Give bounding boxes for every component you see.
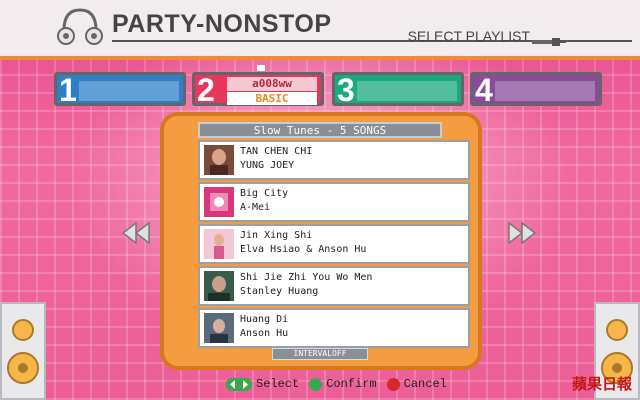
cancel-hint-label: Cancel [403,377,447,391]
slot-empty-bar [357,81,457,101]
song-item[interactable]: Jin Xing Shi Elva Hsiao & Anson Hu [198,224,470,264]
slot-empty-bar [495,81,595,101]
song-item[interactable]: TAN CHEN CHI YUNG JOEY [198,140,470,180]
slot-number: 3 [337,72,355,108]
slot-number: 4 [475,72,493,108]
playlist-title: Slow Tunes - 5 SONGS [198,122,442,138]
song-item[interactable]: Huang Di Anson Hu [198,308,470,348]
player-slot-2[interactable]: 2 a008ww BASIC [192,65,324,108]
dpad-icon [226,377,252,391]
green-button-icon [309,377,323,391]
select-hint-label: Select [256,377,300,391]
plug-icon [532,38,566,46]
page-subtitle: SELECT PLAYLIST [407,28,530,44]
album-art-image [204,313,234,343]
album-art-image [204,271,234,301]
slot-number: 2 [197,72,215,108]
song-artist: YUNG JOEY [240,160,295,171]
player-name: a008ww [227,77,317,91]
song-title: Huang Di [240,314,289,325]
difficulty-mode: BASIC [227,92,317,105]
song-artist: Anson Hu [240,328,289,339]
song-title: Jin Xing Shi [240,230,313,241]
song-artist: Elva Hsiao & Anson Hu [240,244,367,255]
song-item[interactable]: Big City A-Mei [198,182,470,222]
album-art-image [204,145,234,175]
speaker-icon [7,319,39,384]
slot-number: 1 [59,72,77,108]
album-art-image [204,187,234,217]
player-slot-3[interactable]: 3 [332,72,464,108]
game-screen: PARTY-NONSTOP SELECT PLAYLIST 1 2 a008ww… [0,0,640,400]
control-hints: Select Confirm Cancel [226,376,447,392]
song-artist: Stanley Huang [240,286,319,297]
song-item[interactable]: Shi Jie Zhi You Wo Men Stanley Huang [198,266,470,306]
interval-toggle[interactable]: INTERVALOFF [272,348,368,360]
newspaper-watermark: 蘋果日報 [571,375,632,393]
playlist-panel: Slow Tunes - 5 SONGS TAN CHEN CHI YUNG J… [160,112,482,370]
headphones-icon [57,8,103,45]
previous-playlist-arrow-icon[interactable] [122,222,150,244]
active-player-marker [257,65,265,71]
red-button-icon [386,377,400,391]
player-slot-1[interactable]: 1 [54,72,186,108]
confirm-hint-label: Confirm [326,377,377,391]
header-bar: PARTY-NONSTOP SELECT PLAYLIST [0,0,640,60]
song-artist: A-Mei [240,202,271,213]
album-art-image [204,229,234,259]
speaker-left-decoration [0,302,46,400]
next-playlist-arrow-icon[interactable] [508,222,536,244]
player-slot-4[interactable]: 4 [470,72,602,108]
slot-empty-bar [79,81,179,101]
song-title: Shi Jie Zhi You Wo Men [240,272,373,283]
song-title: TAN CHEN CHI [240,146,313,157]
song-title: Big City [240,188,289,199]
page-title: PARTY-NONSTOP [112,10,332,38]
